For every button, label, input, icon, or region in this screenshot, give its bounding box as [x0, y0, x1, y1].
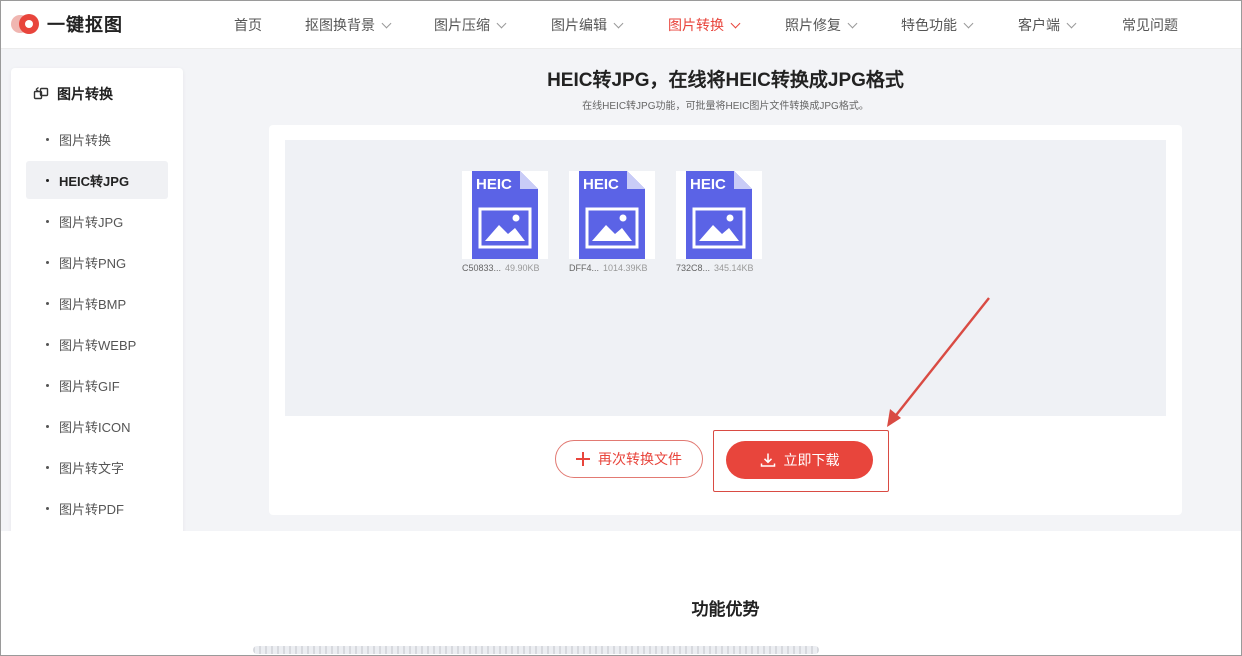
bullet-icon [46, 383, 49, 387]
nav-item-label: 图片转换 [668, 17, 724, 33]
nav-item-2[interactable]: 图片压缩 [434, 15, 507, 35]
page-subtitle: 在线HEIC转JPG功能，可批量将HEIC图片文件转换成JPG格式。 [582, 101, 869, 112]
file-badge: HEIC [690, 176, 726, 193]
sidebar-item-5[interactable]: 图片转WEBP [26, 325, 168, 363]
bullet-icon [46, 219, 49, 223]
nav-item-0[interactable]: 首页 [234, 15, 262, 35]
file-thumbnail: HEIC [569, 171, 655, 259]
file-name: 732C8... [676, 263, 711, 273]
plus-icon [576, 452, 590, 466]
chevron-down-icon [963, 18, 974, 28]
sidebar-item-0[interactable]: 图片转换 [26, 120, 168, 158]
sidebar-item-label: 图片转BMP [59, 296, 127, 312]
main-nav: 首页 抠图换背景 图片压缩 图片编辑 图片转换 照片修复 特色功能 客户端 常见问题 [1, 1, 1241, 47]
convert-icon [33, 87, 49, 100]
download-button[interactable]: 立即下载 [726, 441, 873, 479]
sidebar-item-label: 图片转JPG [59, 214, 124, 230]
nav-item-label: 首页 [234, 17, 262, 33]
bullet-icon [46, 260, 49, 264]
nav-item-3[interactable]: 图片编辑 [551, 15, 624, 35]
nav-item-label: 抠图换背景 [305, 17, 375, 33]
file-badge: HEIC [583, 176, 619, 193]
bullet-icon [46, 137, 49, 141]
sidebar-title: 图片转换 [57, 86, 113, 102]
bullet-icon [46, 506, 49, 510]
sidebar-item-3[interactable]: 图片转PNG [26, 243, 168, 281]
top-header: 一键抠图 首页 抠图换背景 图片压缩 图片编辑 图片转换 照片修复 特色功能 客户端 常见问题 [1, 1, 1241, 49]
file-thumbnail: HEIC [676, 171, 762, 259]
sidebar-header: 图片转换 [33, 84, 113, 104]
section-divider [253, 646, 819, 654]
download-label: 立即下载 [783, 452, 840, 468]
sidebar-item-8[interactable]: 图片转文字 [26, 448, 168, 486]
file-size: 49.90KB [505, 263, 540, 273]
chevron-down-icon [1066, 18, 1077, 28]
heic-file-icon: HEIC [472, 171, 538, 259]
sidebar-item-2[interactable]: 图片转JPG [26, 202, 168, 240]
reconvert-button[interactable]: 再次转换文件 [555, 440, 703, 478]
file-item[interactable]: HEIC DFF4... 1014.39KB [569, 171, 659, 273]
sidebar-item-label: 图片转WEBP [59, 337, 137, 353]
nav-item-label: 特色功能 [901, 17, 957, 33]
nav-item-label: 常见问题 [1122, 17, 1178, 33]
nav-item-1[interactable]: 抠图换背景 [305, 15, 392, 35]
sidebar-item-label: 图片转PNG [59, 255, 127, 271]
nav-item-label: 图片压缩 [434, 17, 490, 33]
sidebar-item-label: 图片转换 [59, 132, 112, 148]
sidebar-item-7[interactable]: 图片转ICON [26, 407, 168, 445]
file-name: C50833... [462, 263, 502, 273]
bullet-icon [46, 465, 49, 469]
file-badge: HEIC [476, 176, 512, 193]
file-size: 1014.39KB [603, 263, 648, 273]
sidebar-item-label: 图片转GIF [59, 378, 120, 394]
nav-item-label: 客户端 [1018, 17, 1060, 33]
reconvert-label: 再次转换文件 [598, 451, 682, 467]
bullet-icon [46, 178, 49, 182]
sidebar-item-9[interactable]: 图片转PDF [26, 489, 168, 527]
nav-item-4[interactable]: 图片转换 [668, 15, 741, 35]
sidebar-item-label: HEIC转JPG [59, 173, 130, 189]
file-size: 345.14KB [714, 263, 754, 273]
nav-item-6[interactable]: 特色功能 [901, 15, 974, 35]
nav-item-label: 照片修复 [785, 17, 841, 33]
file-thumbnail: HEIC [462, 171, 548, 259]
file-item[interactable]: HEIC C50833... 49.90KB [462, 171, 552, 273]
heic-file-icon: HEIC [579, 171, 645, 259]
sidebar-item-4[interactable]: 图片转BMP [26, 284, 168, 322]
nav-item-8[interactable]: 常见问题 [1122, 15, 1178, 35]
file-name: DFF4... [569, 263, 600, 273]
chevron-down-icon [613, 18, 624, 28]
bullet-icon [46, 424, 49, 428]
sidebar-item-label: 图片转ICON [59, 419, 131, 435]
heic-file-icon: HEIC [686, 171, 752, 259]
section-title: 功能优势 [691, 600, 760, 619]
sidebar: 图片转换 图片转换 HEIC转JPG 图片转JPG 图片转PNG 图片转BMP 图片转WE… [11, 68, 183, 570]
sidebar-item-1[interactable]: HEIC转JPG [26, 161, 168, 199]
sidebar-item-6[interactable]: 图片转GIF [26, 366, 168, 404]
file-item[interactable]: HEIC 732C8... 345.14KB [676, 171, 766, 273]
page-title: HEIC转JPG，在线将HEIC转换成JPG格式 [547, 70, 904, 91]
sidebar-item-label: 图片转PDF [59, 501, 125, 517]
nav-item-7[interactable]: 客户端 [1018, 15, 1077, 35]
bullet-icon [46, 342, 49, 346]
chevron-down-icon [847, 18, 858, 28]
download-icon [760, 453, 775, 467]
bullet-icon [46, 301, 49, 305]
chevron-down-icon [381, 18, 392, 28]
nav-item-5[interactable]: 照片修复 [785, 15, 858, 35]
chevron-down-icon [496, 18, 507, 28]
chevron-down-icon [730, 18, 741, 28]
nav-item-label: 图片编辑 [551, 17, 607, 33]
features-section [1, 531, 1241, 655]
sidebar-item-label: 图片转文字 [59, 460, 125, 476]
